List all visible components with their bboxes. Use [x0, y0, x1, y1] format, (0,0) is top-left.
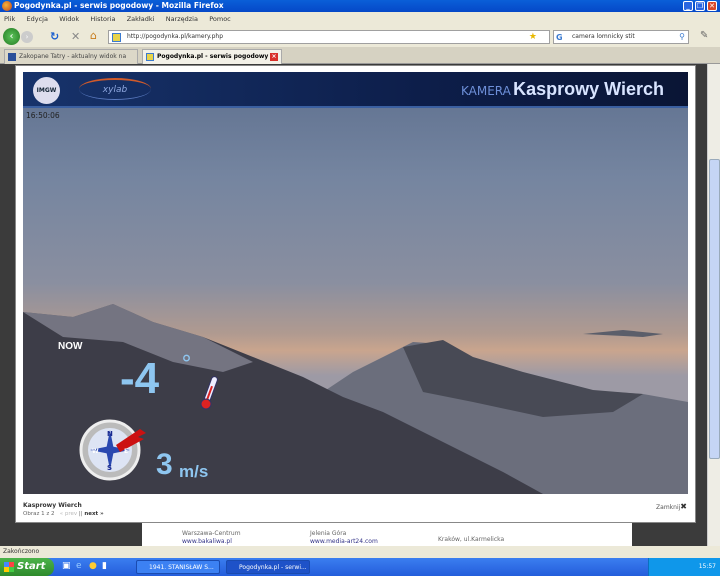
svg-text:N: N: [107, 430, 113, 438]
camera-link[interactable]: Kraków, ul.Karmelicka: [438, 536, 504, 543]
search-text: camera lomnicky stit: [572, 33, 635, 40]
window-title: Pogodynka.pl - serwis pogodowy - Mozilla…: [14, 1, 224, 10]
tab-favicon: [8, 53, 16, 61]
camera-prefix: KAMERA: [461, 84, 511, 98]
next-link[interactable]: next »: [84, 511, 103, 517]
taskbar: Start ▣ e ● ▮ 1941. STANISŁAW S... Pogod…: [0, 558, 720, 576]
compass-icon: N E S W: [79, 419, 146, 481]
image-counter: Obraz 1 z 2: [23, 511, 55, 517]
start-label: Start: [17, 561, 46, 572]
tab-label: Pogodynka.pl - serwis pogodowy: [157, 53, 269, 60]
windows-logo-icon: [4, 562, 14, 572]
clock: 15:57: [698, 563, 716, 570]
close-label: Zamknij: [656, 504, 681, 511]
search-icon[interactable]: ⚲: [679, 31, 685, 43]
close-x-icon: ✖: [680, 502, 687, 511]
menu-history[interactable]: Historia: [90, 15, 115, 23]
camera-title: KAMERA Kasprowy Wierch: [461, 79, 664, 100]
stop-icon[interactable]: ✕: [71, 30, 80, 43]
menu-bookmarks[interactable]: Zakładki: [127, 15, 155, 23]
forward-button[interactable]: ›: [21, 31, 33, 43]
status-bar: Zakończono: [0, 546, 720, 558]
tab-zakopane[interactable]: Zakopane Tatry - aktualny widok na Ka...: [4, 49, 138, 74]
close-window-button[interactable]: ✕: [707, 1, 717, 11]
scrollbar-thumb[interactable]: [709, 159, 720, 459]
wind-unit: m/s: [179, 462, 209, 481]
tab-pogodynka[interactable]: Pogodynka.pl - serwis pogodowy ×: [142, 49, 282, 64]
thermometer-icon: [200, 376, 218, 410]
site-favicon: [112, 33, 121, 42]
url-bar[interactable]: http://pogodynka.pl/kamery.php ★: [108, 30, 550, 44]
start-button[interactable]: Start: [0, 558, 54, 576]
distant-peak: [583, 330, 663, 337]
quicklaunch-desktop-icon[interactable]: ▣: [62, 561, 71, 571]
menu-help[interactable]: Pomoc: [209, 15, 231, 23]
back-button[interactable]: ‹: [3, 28, 20, 45]
tab-favicon: [146, 53, 154, 61]
quicklaunch-file-icon[interactable]: ▮: [102, 561, 107, 571]
degree-symbol: °: [181, 352, 192, 377]
menu-file[interactable]: Plik: [4, 15, 15, 23]
separator: ||: [78, 511, 83, 517]
restore-button[interactable]: ❐: [695, 1, 705, 11]
imgw-logo: IMGW: [33, 77, 60, 104]
menu-tools[interactable]: Narzędzia: [166, 15, 198, 23]
title-bar: Pogodynka.pl - serwis pogodowy - Mozilla…: [0, 0, 720, 12]
vertical-scrollbar[interactable]: [707, 64, 720, 546]
wind-speed-value: 3: [156, 448, 173, 481]
close-lightbox-button[interactable]: Zamknij✖: [656, 502, 687, 511]
sponsor-link[interactable]: www.media-art24.com: [310, 538, 378, 545]
reload-icon[interactable]: ↻: [50, 30, 59, 43]
temperature-value: -4: [120, 354, 160, 403]
taskbar-item-active[interactable]: Pogodynka.pl - serwi...: [226, 560, 310, 574]
system-tray: 15:57: [648, 558, 720, 576]
image-caption: Kasprowy Wierch: [23, 502, 82, 509]
search-input[interactable]: G camera lomnicky stit ⚲: [553, 30, 689, 44]
quicklaunch-ie-icon[interactable]: e: [76, 561, 82, 571]
firefox-icon: [2, 1, 12, 11]
image-nav: Obraz 1 z 2 « prev || next »: [23, 511, 104, 517]
camera-name: Kasprowy Wierch: [513, 79, 664, 99]
webcam-image[interactable]: IMGW xylab KAMERA Kasprowy Wierch 16:50:…: [23, 72, 688, 494]
close-tab-icon[interactable]: ×: [270, 53, 278, 61]
url-text: http://pogodynka.pl/kamery.php: [127, 33, 224, 40]
task-label: 1941. STANISŁAW S...: [149, 564, 214, 571]
xylab-logo: xylab: [79, 78, 151, 100]
menu-bar: Plik Edycja Widok Historia Zakładki Narz…: [0, 12, 720, 26]
taskbar-item[interactable]: 1941. STANISŁAW S...: [136, 560, 220, 574]
camera-header: IMGW xylab KAMERA Kasprowy Wierch: [23, 72, 688, 108]
now-label: NOW: [58, 341, 83, 352]
minimize-button[interactable]: _: [683, 1, 693, 11]
menu-edit[interactable]: Edycja: [27, 15, 48, 23]
task-label: Pogodynka.pl - serwi...: [239, 564, 307, 571]
bookmark-star-icon[interactable]: ★: [529, 31, 537, 43]
tab-bar: Zakopane Tatry - aktualny widok na Ka...…: [0, 47, 720, 74]
google-icon[interactable]: G: [556, 32, 563, 44]
quicklaunch-app-icon[interactable]: ●: [89, 561, 97, 571]
sponsor-link[interactable]: www.bakaliwa.pl: [182, 538, 232, 545]
addon-icon[interactable]: ✎: [700, 30, 708, 41]
home-icon[interactable]: ⌂: [90, 29, 97, 42]
camera-link[interactable]: Warszawa-Centrum: [182, 530, 241, 537]
camera-list-background: Warszawa-Centrum www.bakaliwa.pl Jelenia…: [142, 523, 632, 546]
timestamp: 16:50:06: [26, 111, 60, 120]
svg-text:E: E: [124, 448, 128, 455]
menu-view[interactable]: Widok: [59, 15, 79, 23]
svg-text:S: S: [107, 464, 112, 472]
camera-link[interactable]: Jelenia Góra: [310, 530, 346, 537]
prev-link[interactable]: « prev: [60, 511, 77, 517]
svg-text:W: W: [92, 448, 99, 455]
